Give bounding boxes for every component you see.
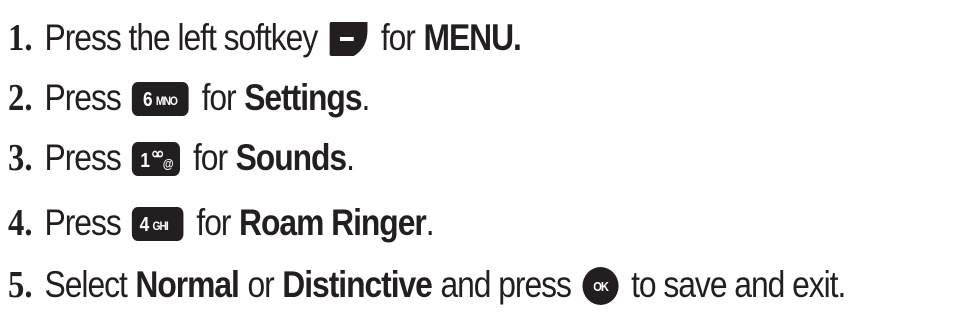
step-4: 4. Press 4 GHI for Roam Ringer. xyxy=(8,198,435,248)
menu-label: MENU. xyxy=(423,17,521,58)
step-text: Press the left softkey xyxy=(44,17,319,58)
step-text: Press xyxy=(44,137,122,178)
step-number: 1. xyxy=(8,17,33,59)
key-4-ghi-icon: 4 GHI xyxy=(131,206,184,242)
step-number: 2. xyxy=(8,77,33,119)
roam-ringer-label: Roam Ringer xyxy=(239,202,427,243)
step-text-ending: to save and exit. xyxy=(631,264,846,305)
key-letters: GHI xyxy=(153,220,169,233)
step-text-for: for xyxy=(196,202,231,243)
period: . xyxy=(361,77,370,118)
period: . xyxy=(346,137,355,178)
step-2: 2. Press 6 MNO for Settings. xyxy=(8,73,370,123)
key-digit: 1 xyxy=(141,149,150,172)
ok-label: OK xyxy=(593,279,609,294)
step-3: 3. Press 1 @ for Sounds. xyxy=(8,133,355,183)
step-number: 3. xyxy=(8,137,33,179)
step-text: Press xyxy=(44,202,122,243)
option-normal: Normal xyxy=(135,264,239,305)
ok-key-icon: OK xyxy=(581,266,619,306)
sounds-label: Sounds xyxy=(235,137,348,178)
key-digit: 6 xyxy=(143,88,152,111)
settings-label: Settings xyxy=(244,77,362,118)
left-softkey-icon xyxy=(328,20,369,58)
step-text-or: or xyxy=(247,264,274,305)
step-text-for: for xyxy=(201,77,237,118)
step-text-for: for xyxy=(192,137,228,178)
step-text-select: Select xyxy=(44,264,128,305)
step-text: Press xyxy=(44,77,122,118)
key-1-voicemail-icon: 1 @ xyxy=(131,141,181,177)
svg-text:@: @ xyxy=(163,156,174,171)
step-number: 4. xyxy=(8,202,33,244)
key-6-mno-icon: 6 MNO xyxy=(131,81,189,117)
step-5: 5. Select Normal or Distinctive and pres… xyxy=(8,260,846,310)
step-text-for: for xyxy=(380,17,416,58)
key-letters: MNO xyxy=(156,95,178,108)
option-distinctive: Distinctive xyxy=(282,264,433,305)
step-number: 5. xyxy=(8,264,33,306)
step-text-and-press: and press xyxy=(440,264,571,305)
period: . xyxy=(425,202,435,243)
step-1: 1. Press the left softkey for MENU. xyxy=(8,13,522,63)
